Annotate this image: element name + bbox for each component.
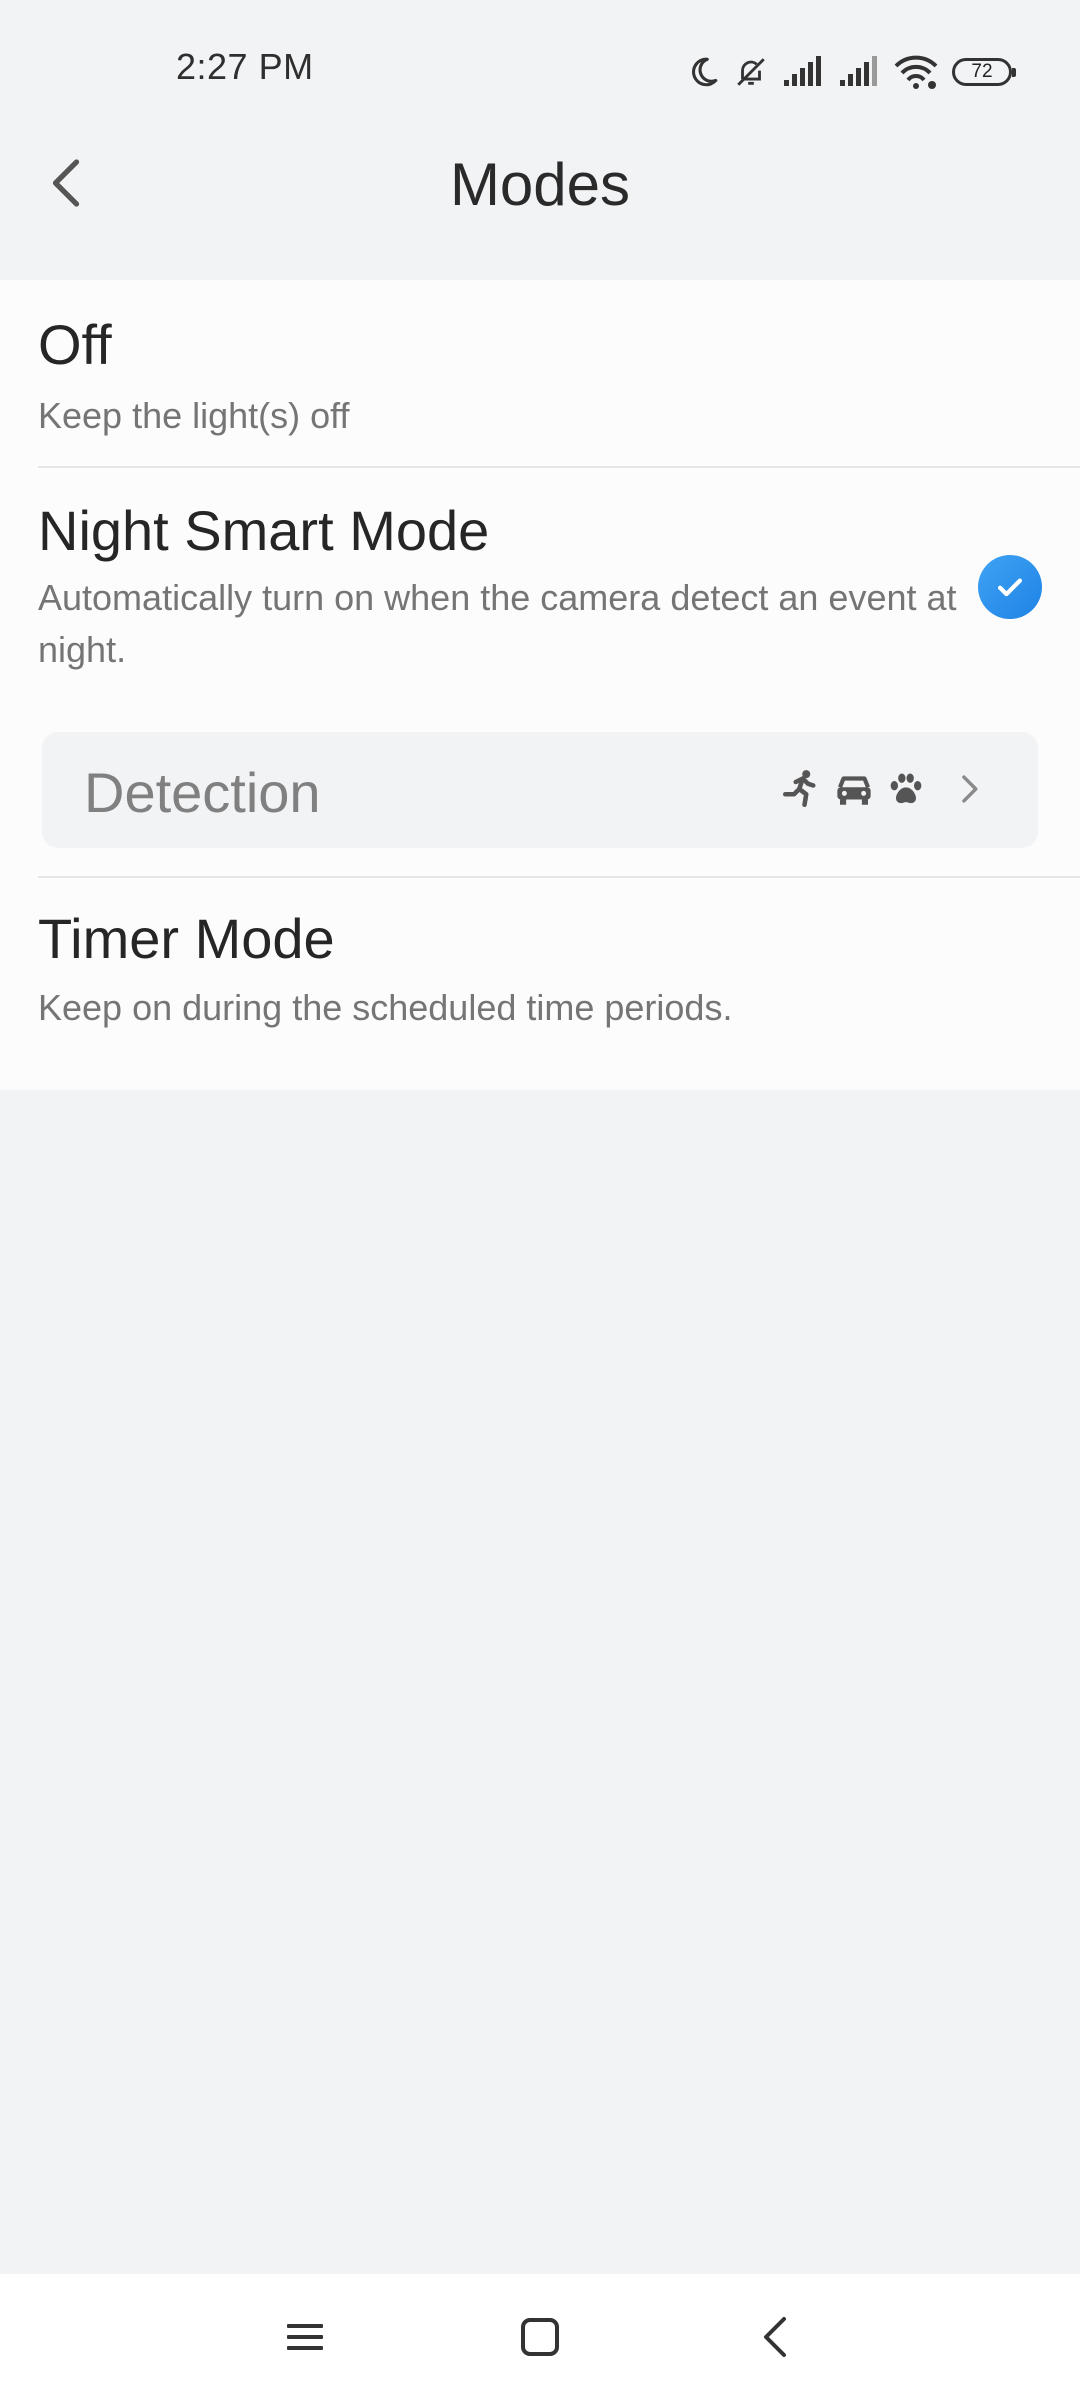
system-back-button[interactable]: [740, 2304, 810, 2374]
status-bar: 2:27 PM 72: [0, 0, 1080, 130]
menu-icon: [285, 2317, 325, 2362]
system-nav-bar: [0, 2274, 1080, 2400]
signal-icon: [782, 56, 824, 88]
modes-screen: 2:27 PM 72 Modes Off Keep the light(s) o…: [0, 0, 1080, 2400]
detection-icons: [780, 768, 980, 810]
detection-label: Detection: [84, 761, 321, 824]
battery-icon: 72: [952, 58, 1016, 86]
menu-button[interactable]: [270, 2304, 340, 2374]
selected-check-icon[interactable]: [978, 555, 1042, 619]
moon-icon: [686, 55, 720, 89]
running-person-icon: [780, 768, 822, 810]
bell-off-icon: [734, 55, 768, 89]
home-square-icon: [520, 2317, 560, 2362]
mode-description: Keep the light(s) off: [38, 395, 350, 436]
paw-icon: [886, 769, 926, 809]
status-icons: 72: [686, 50, 1016, 94]
mode-timer-item[interactable]: Timer Mode Keep on during the scheduled …: [0, 876, 1080, 1090]
signal-icon: [838, 56, 880, 88]
wifi-icon: [894, 54, 938, 90]
page-title: Modes: [449, 151, 631, 218]
mode-off-item[interactable]: Off Keep the light(s) off: [0, 280, 1080, 466]
mode-description: Keep on during the scheduled time period…: [38, 987, 733, 1028]
mode-description: Automatically turn on when the camera de…: [38, 577, 957, 670]
home-button[interactable]: [505, 2304, 575, 2374]
battery-level: 72: [971, 61, 993, 82]
mode-title: Off: [38, 313, 112, 376]
mode-title: Night Smart Mode: [38, 499, 490, 562]
car-icon: [832, 768, 876, 810]
mode-night-smart-item[interactable]: Night Smart Mode Automatically turn on w…: [0, 468, 1080, 858]
status-time: 2:27 PM: [176, 46, 314, 87]
detection-row[interactable]: Detection: [42, 732, 1038, 848]
chevron-right-icon: [958, 772, 980, 806]
mode-title: Timer Mode: [38, 907, 335, 970]
header: Modes: [0, 120, 1080, 280]
mode-list: Off Keep the light(s) off Night Smart Mo…: [0, 280, 1080, 1090]
back-chevron-icon: [760, 2315, 790, 2364]
